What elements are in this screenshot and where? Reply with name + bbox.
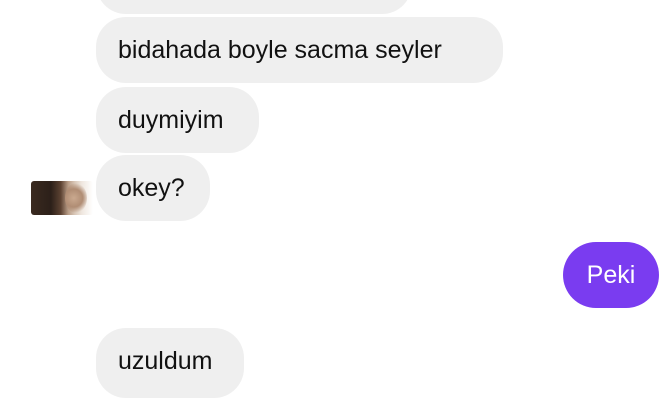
message-bubble-incoming[interactable]: duymiyim [96,87,259,153]
chat-thread: bidahada boyle sacma seyler duymiyim oke… [0,0,672,398]
message-bubble-incoming-partial[interactable] [96,0,412,14]
sender-avatar[interactable] [31,181,93,215]
message-bubble-incoming[interactable]: bidahada boyle sacma seyler [96,17,503,83]
message-bubble-incoming[interactable]: okey? [96,155,210,221]
message-text: duymiyim [118,105,224,134]
message-text: uzuldum [118,347,213,375]
message-bubble-outgoing[interactable]: Peki [563,242,659,308]
message-bubble-incoming[interactable]: uzuldum [96,328,244,398]
message-text: okey? [118,173,185,202]
message-text: Peki [586,260,636,289]
message-text: bidahada boyle sacma seyler [118,35,442,64]
